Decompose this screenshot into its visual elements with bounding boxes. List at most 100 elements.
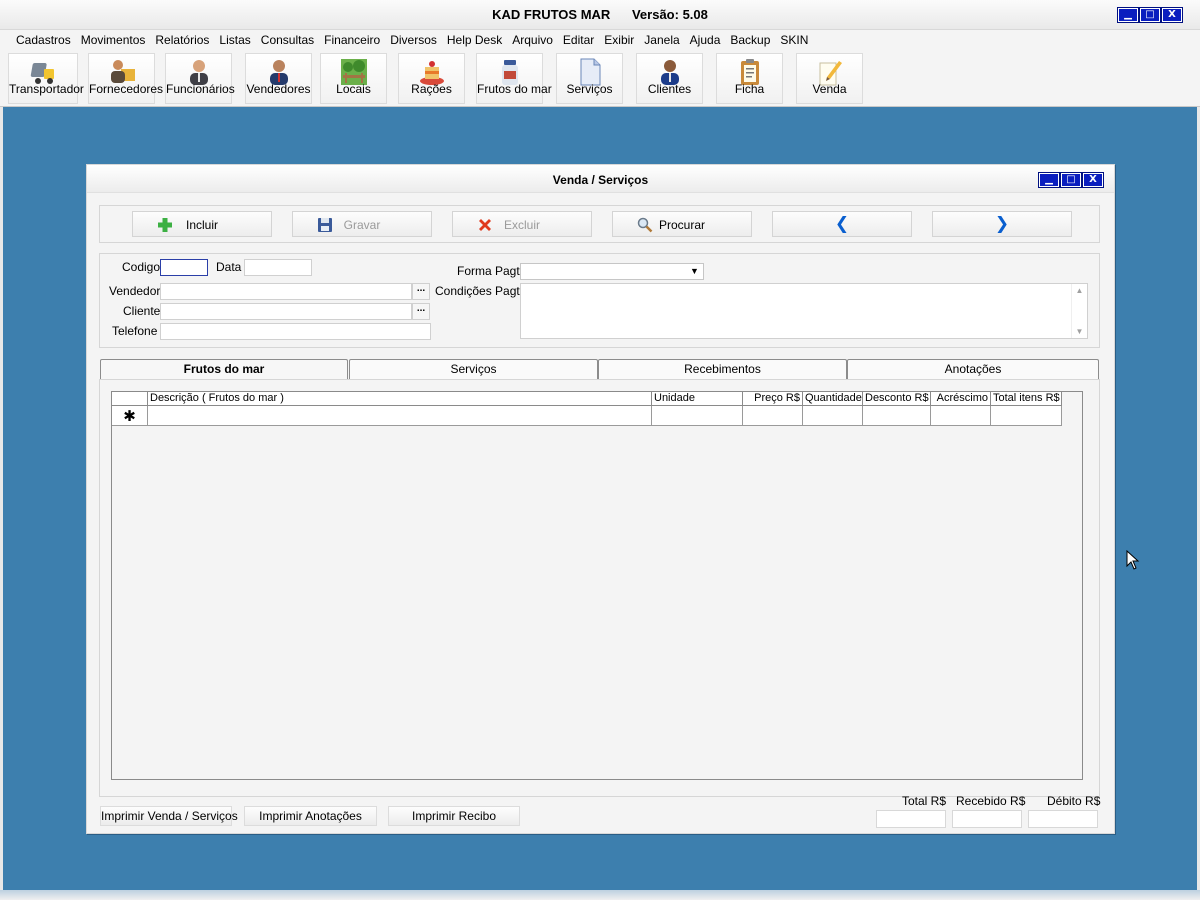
- print-notes-button[interactable]: Imprimir Anotações: [244, 806, 377, 826]
- toolbar-locais-button[interactable]: Locais: [320, 53, 387, 104]
- data-label: Data: [216, 260, 242, 274]
- column-header-unidade[interactable]: Unidade: [652, 392, 743, 406]
- gravar-button[interactable]: Gravar: [292, 211, 432, 237]
- vendedor-field[interactable]: [160, 283, 412, 300]
- menu-exibir[interactable]: Exibir: [599, 30, 639, 50]
- app-title: KAD FRUTOS MAR Versão: 5.08: [492, 7, 708, 22]
- menu-cadastros[interactable]: Cadastros: [11, 30, 76, 50]
- forma-pagto-select[interactable]: ▼: [520, 263, 704, 280]
- toolbar-fornecedores-button[interactable]: Fornecedores: [88, 53, 164, 104]
- excluir-button[interactable]: Excluir: [452, 211, 592, 237]
- menu-janela[interactable]: Janela: [639, 30, 684, 50]
- toolbar-label: Rações: [411, 82, 452, 96]
- child-close-button[interactable]: X: [1082, 172, 1104, 188]
- column-header-total-itens[interactable]: Total itens R$: [991, 392, 1062, 406]
- venda-servicos-window: Venda / Serviços ▁ □ X Incluir Gravar Ex…: [86, 164, 1115, 834]
- vendedor-lookup-button[interactable]: ...: [412, 283, 430, 300]
- column-header-preco[interactable]: Preço R$: [743, 392, 803, 406]
- toolbar-racoes-button[interactable]: Rações: [398, 53, 465, 104]
- cliente-label: Cliente: [123, 304, 161, 318]
- child-minimize-button[interactable]: ▁: [1038, 172, 1060, 188]
- menu-backup[interactable]: Backup: [725, 30, 775, 50]
- tab-panel-frutos-do-mar: Descrição ( Frutos do mar ) Unidade Preç…: [99, 379, 1100, 797]
- menu-skin[interactable]: SKIN: [775, 30, 813, 50]
- main-title-bar: KAD FRUTOS MAR Versão: 5.08 ▁ □ X: [0, 0, 1200, 30]
- cliente-field[interactable]: [160, 303, 412, 320]
- child-title-bar[interactable]: Venda / Serviços ▁ □ X: [87, 165, 1114, 193]
- print-sale-button[interactable]: Imprimir Venda / Serviços: [100, 806, 238, 826]
- tab-frutos-do-mar[interactable]: Frutos do mar: [100, 359, 348, 380]
- minimize-button[interactable]: ▁: [1117, 7, 1139, 23]
- new-row-total-itens-cell[interactable]: [991, 406, 1062, 426]
- new-row-acrescimo-cell[interactable]: [931, 406, 991, 426]
- menu-editar[interactable]: Editar: [558, 30, 599, 50]
- codigo-field[interactable]: [160, 259, 208, 276]
- new-row-descricao-cell[interactable]: [148, 406, 652, 426]
- toolbar-transportador-button[interactable]: Transportador: [8, 53, 84, 104]
- next-record-button[interactable]: ❯: [932, 211, 1072, 237]
- menu-financeiro[interactable]: Financeiro: [319, 30, 385, 50]
- condicoes-pagto-textarea[interactable]: ▲ ▼: [520, 283, 1088, 339]
- toolbar-label: Frutos do mar: [477, 82, 552, 96]
- dropdown-arrow-icon[interactable]: ▼: [687, 265, 702, 278]
- new-row-preco-cell[interactable]: [743, 406, 803, 426]
- incluir-button[interactable]: Incluir: [132, 211, 272, 237]
- column-header-descricao[interactable]: Descrição ( Frutos do mar ): [148, 392, 652, 406]
- toolbar-label: Venda: [812, 82, 847, 96]
- gravar-label: Gravar: [343, 218, 381, 232]
- new-row-desconto-cell[interactable]: [863, 406, 931, 426]
- toolbar-frutos-do-mar-button[interactable]: Frutos do mar: [476, 53, 552, 104]
- toolbar-servicos-button[interactable]: Serviços: [556, 53, 623, 104]
- column-header-acrescimo[interactable]: Acréscimo: [931, 392, 991, 406]
- tab-anotacoes[interactable]: Anotações: [847, 359, 1099, 380]
- child-window-title: Venda / Serviços: [552, 173, 649, 187]
- menu-movimentos[interactable]: Movimentos: [76, 30, 151, 50]
- menu-arquivo[interactable]: Arquivo: [507, 30, 558, 50]
- procurar-button[interactable]: Procurar: [612, 211, 752, 237]
- toolbar-ficha-button[interactable]: Ficha: [716, 53, 783, 104]
- toolbar-clientes-button[interactable]: Clientes: [636, 53, 703, 104]
- recebido-field: [952, 810, 1022, 828]
- cliente-lookup-button[interactable]: ...: [412, 303, 430, 320]
- new-row-quantidade-cell[interactable]: [803, 406, 863, 426]
- items-grid[interactable]: Descrição ( Frutos do mar ) Unidade Preç…: [111, 391, 1083, 780]
- toolbar-label: Clientes: [647, 82, 692, 96]
- menu-consultas[interactable]: Consultas: [256, 30, 319, 50]
- scroll-down-icon[interactable]: ▼: [1072, 327, 1087, 336]
- total-field: [876, 810, 946, 828]
- menu-relatorios[interactable]: Relatórios: [150, 30, 214, 50]
- toolbar-label: Transportador: [9, 82, 84, 96]
- menu-diversos[interactable]: Diversos: [385, 30, 442, 50]
- vendedor-label: Vendedor: [109, 284, 161, 298]
- memo-scrollbar[interactable]: ▲ ▼: [1071, 284, 1087, 338]
- toolbar-label: Fornecedores: [89, 82, 164, 96]
- data-field[interactable]: [244, 259, 312, 276]
- procurar-label: Procurar: [658, 218, 705, 232]
- telefone-field[interactable]: [160, 323, 431, 340]
- menu-ajuda[interactable]: Ajuda: [685, 30, 726, 50]
- child-maximize-button[interactable]: □: [1060, 172, 1082, 188]
- previous-record-button[interactable]: ❮: [772, 211, 912, 237]
- toolbar-label: Serviços: [566, 82, 613, 96]
- sale-header-form: Codigo Data Vendedor ... Cliente ... Tel…: [99, 253, 1100, 348]
- scroll-up-icon[interactable]: ▲: [1072, 286, 1087, 295]
- toolbar-funcionarios-button[interactable]: Funcionários: [165, 53, 235, 104]
- mouse-cursor-icon: [1126, 550, 1140, 570]
- menu-bar: Cadastros Movimentos Relatórios Listas C…: [0, 30, 1200, 50]
- print-receipt-button[interactable]: Imprimir Recibo: [388, 806, 520, 826]
- child-window-controls: ▁ □ X: [1038, 172, 1104, 188]
- toolbar-venda-button[interactable]: Venda: [796, 53, 863, 104]
- condicoes-pagto-label: Condições Pagto: [435, 284, 527, 298]
- toolbar-label: Locais: [336, 82, 371, 96]
- toolbar-vendedores-button[interactable]: Vendedores: [245, 53, 312, 104]
- menu-help-desk[interactable]: Help Desk: [442, 30, 507, 50]
- new-row-unidade-cell[interactable]: [652, 406, 743, 426]
- desktop-bottom-edge: [0, 890, 1200, 900]
- tab-recebimentos[interactable]: Recebimentos: [598, 359, 847, 380]
- column-header-desconto[interactable]: Desconto R$: [863, 392, 931, 406]
- menu-listas[interactable]: Listas: [214, 30, 255, 50]
- close-button[interactable]: X: [1161, 7, 1183, 23]
- column-header-quantidade[interactable]: Quantidade: [803, 392, 863, 406]
- tab-servicos[interactable]: Serviços: [349, 359, 598, 380]
- maximize-button[interactable]: □: [1139, 7, 1161, 23]
